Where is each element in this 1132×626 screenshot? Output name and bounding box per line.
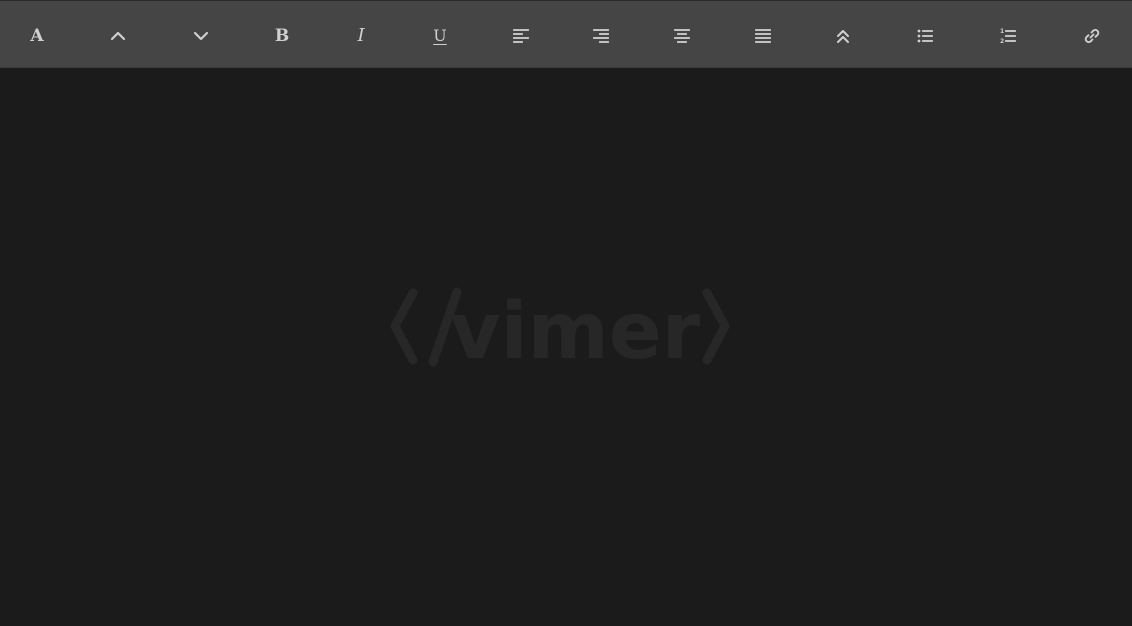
align-left-button[interactable] (501, 16, 541, 56)
bullet-list-icon (917, 29, 933, 43)
move-up-button[interactable] (98, 16, 138, 56)
italic-icon: I (357, 25, 365, 46)
svg-text:2: 2 (1000, 38, 1004, 45)
align-right-icon (593, 29, 609, 43)
underline-button[interactable]: U (420, 16, 460, 56)
chevron-up-icon (110, 31, 126, 41)
italic-button[interactable]: I (341, 16, 381, 56)
underline-icon: U (433, 26, 447, 45)
vimer-logo: vimer (385, 278, 735, 378)
vimer-logo-text: vimer (450, 287, 701, 377)
chevron-down-icon (193, 31, 209, 41)
bold-button[interactable]: B (262, 16, 302, 56)
formatting-toolbar: A B I U 1 2 (0, 1, 1132, 68)
align-justify-button[interactable] (743, 16, 783, 56)
font-style-button[interactable]: A (17, 16, 57, 56)
align-left-icon (513, 29, 529, 43)
numbered-list-icon: 1 2 (1000, 28, 1016, 45)
move-down-button[interactable] (181, 16, 221, 56)
align-center-button[interactable] (662, 16, 702, 56)
link-button[interactable] (1072, 16, 1112, 56)
align-right-button[interactable] (581, 16, 621, 56)
editor-area[interactable]: vimer (0, 68, 1132, 626)
bullet-list-button[interactable] (905, 16, 945, 56)
editor-window: A B I U 1 2 vimer (0, 0, 1132, 626)
vimer-logo-art: vimer (390, 287, 730, 377)
font-icon: A (30, 25, 44, 46)
bold-icon: B (274, 25, 290, 46)
svg-text:1: 1 (1000, 28, 1004, 35)
align-center-icon (674, 29, 690, 43)
align-justify-icon (755, 29, 771, 43)
double-chevron-up-icon (837, 30, 849, 43)
link-icon (1084, 28, 1100, 44)
numbered-list-button[interactable]: 1 2 (988, 16, 1028, 56)
collapse-button[interactable] (823, 16, 863, 56)
